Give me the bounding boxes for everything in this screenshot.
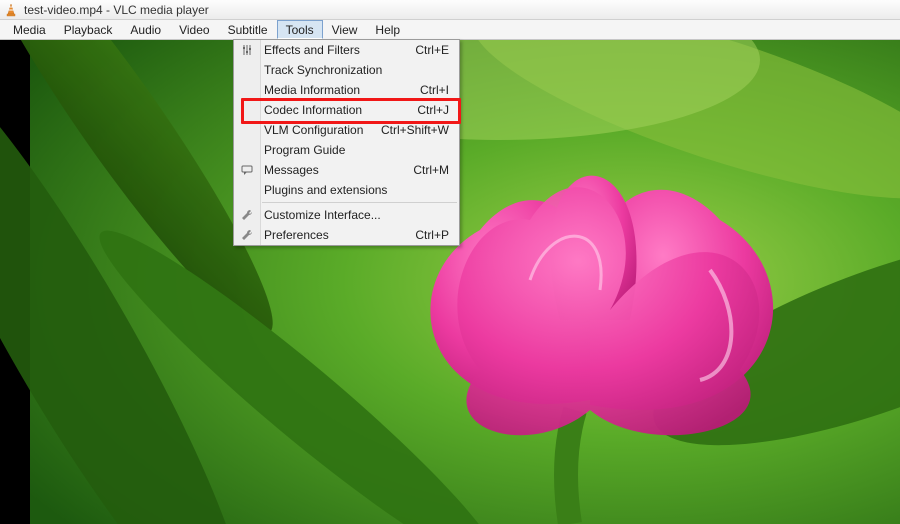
- menu-item-label: Plugins and extensions: [264, 183, 449, 197]
- menu-subtitle[interactable]: Subtitle: [219, 20, 277, 39]
- menu-item-messages[interactable]: Messages Ctrl+M: [234, 160, 459, 180]
- menu-item-shortcut: Ctrl+M: [413, 163, 459, 177]
- sliders-icon: [238, 40, 256, 60]
- menu-view[interactable]: View: [323, 20, 367, 39]
- menu-separator: [262, 202, 457, 203]
- menu-item-codec-info[interactable]: Codec Information Ctrl+J: [234, 100, 459, 120]
- menu-item-track-sync[interactable]: Track Synchronization: [234, 60, 459, 80]
- vlc-cone-icon: [4, 3, 18, 17]
- menu-item-shortcut: Ctrl+P: [415, 228, 459, 242]
- menu-item-vlm-config[interactable]: VLM Configuration Ctrl+Shift+W: [234, 120, 459, 140]
- menu-item-label: Effects and Filters: [264, 43, 415, 57]
- menu-video[interactable]: Video: [170, 20, 218, 39]
- menu-item-preferences[interactable]: Preferences Ctrl+P: [234, 225, 459, 245]
- menu-tools[interactable]: Tools: [277, 20, 323, 39]
- menu-item-label: VLM Configuration: [264, 123, 381, 137]
- menu-item-shortcut: Ctrl+J: [417, 103, 459, 117]
- menu-item-label: Media Information: [264, 83, 420, 97]
- wrench-icon: [238, 205, 256, 225]
- menu-item-effects-filters[interactable]: Effects and Filters Ctrl+E: [234, 40, 459, 60]
- menu-audio[interactable]: Audio: [121, 20, 170, 39]
- window-titlebar: test-video.mp4 - VLC media player: [0, 0, 900, 20]
- menu-item-label: Messages: [264, 163, 413, 177]
- menu-item-program-guide[interactable]: Program Guide: [234, 140, 459, 160]
- window-title: test-video.mp4 - VLC media player: [24, 3, 209, 17]
- menu-help[interactable]: Help: [366, 20, 409, 39]
- menu-item-label: Customize Interface...: [264, 208, 449, 222]
- menu-item-shortcut: Ctrl+I: [420, 83, 459, 97]
- menu-bar: Media Playback Audio Video Subtitle Tool…: [0, 20, 900, 40]
- menu-item-customize-interface[interactable]: Customize Interface...: [234, 205, 459, 225]
- menu-item-shortcut: Ctrl+E: [415, 43, 459, 57]
- wrench-icon: [238, 225, 256, 245]
- menu-item-media-info[interactable]: Media Information Ctrl+I: [234, 80, 459, 100]
- tools-menu: Effects and Filters Ctrl+E Track Synchro…: [233, 39, 460, 246]
- message-icon: [238, 160, 256, 180]
- menu-item-plugins[interactable]: Plugins and extensions: [234, 180, 459, 200]
- menu-playback[interactable]: Playback: [55, 20, 122, 39]
- menu-item-label: Codec Information: [264, 103, 417, 117]
- menu-item-shortcut: Ctrl+Shift+W: [381, 123, 459, 137]
- menu-item-label: Track Synchronization: [264, 63, 449, 77]
- menu-media[interactable]: Media: [4, 20, 55, 39]
- menu-item-label: Program Guide: [264, 143, 449, 157]
- menu-item-label: Preferences: [264, 228, 415, 242]
